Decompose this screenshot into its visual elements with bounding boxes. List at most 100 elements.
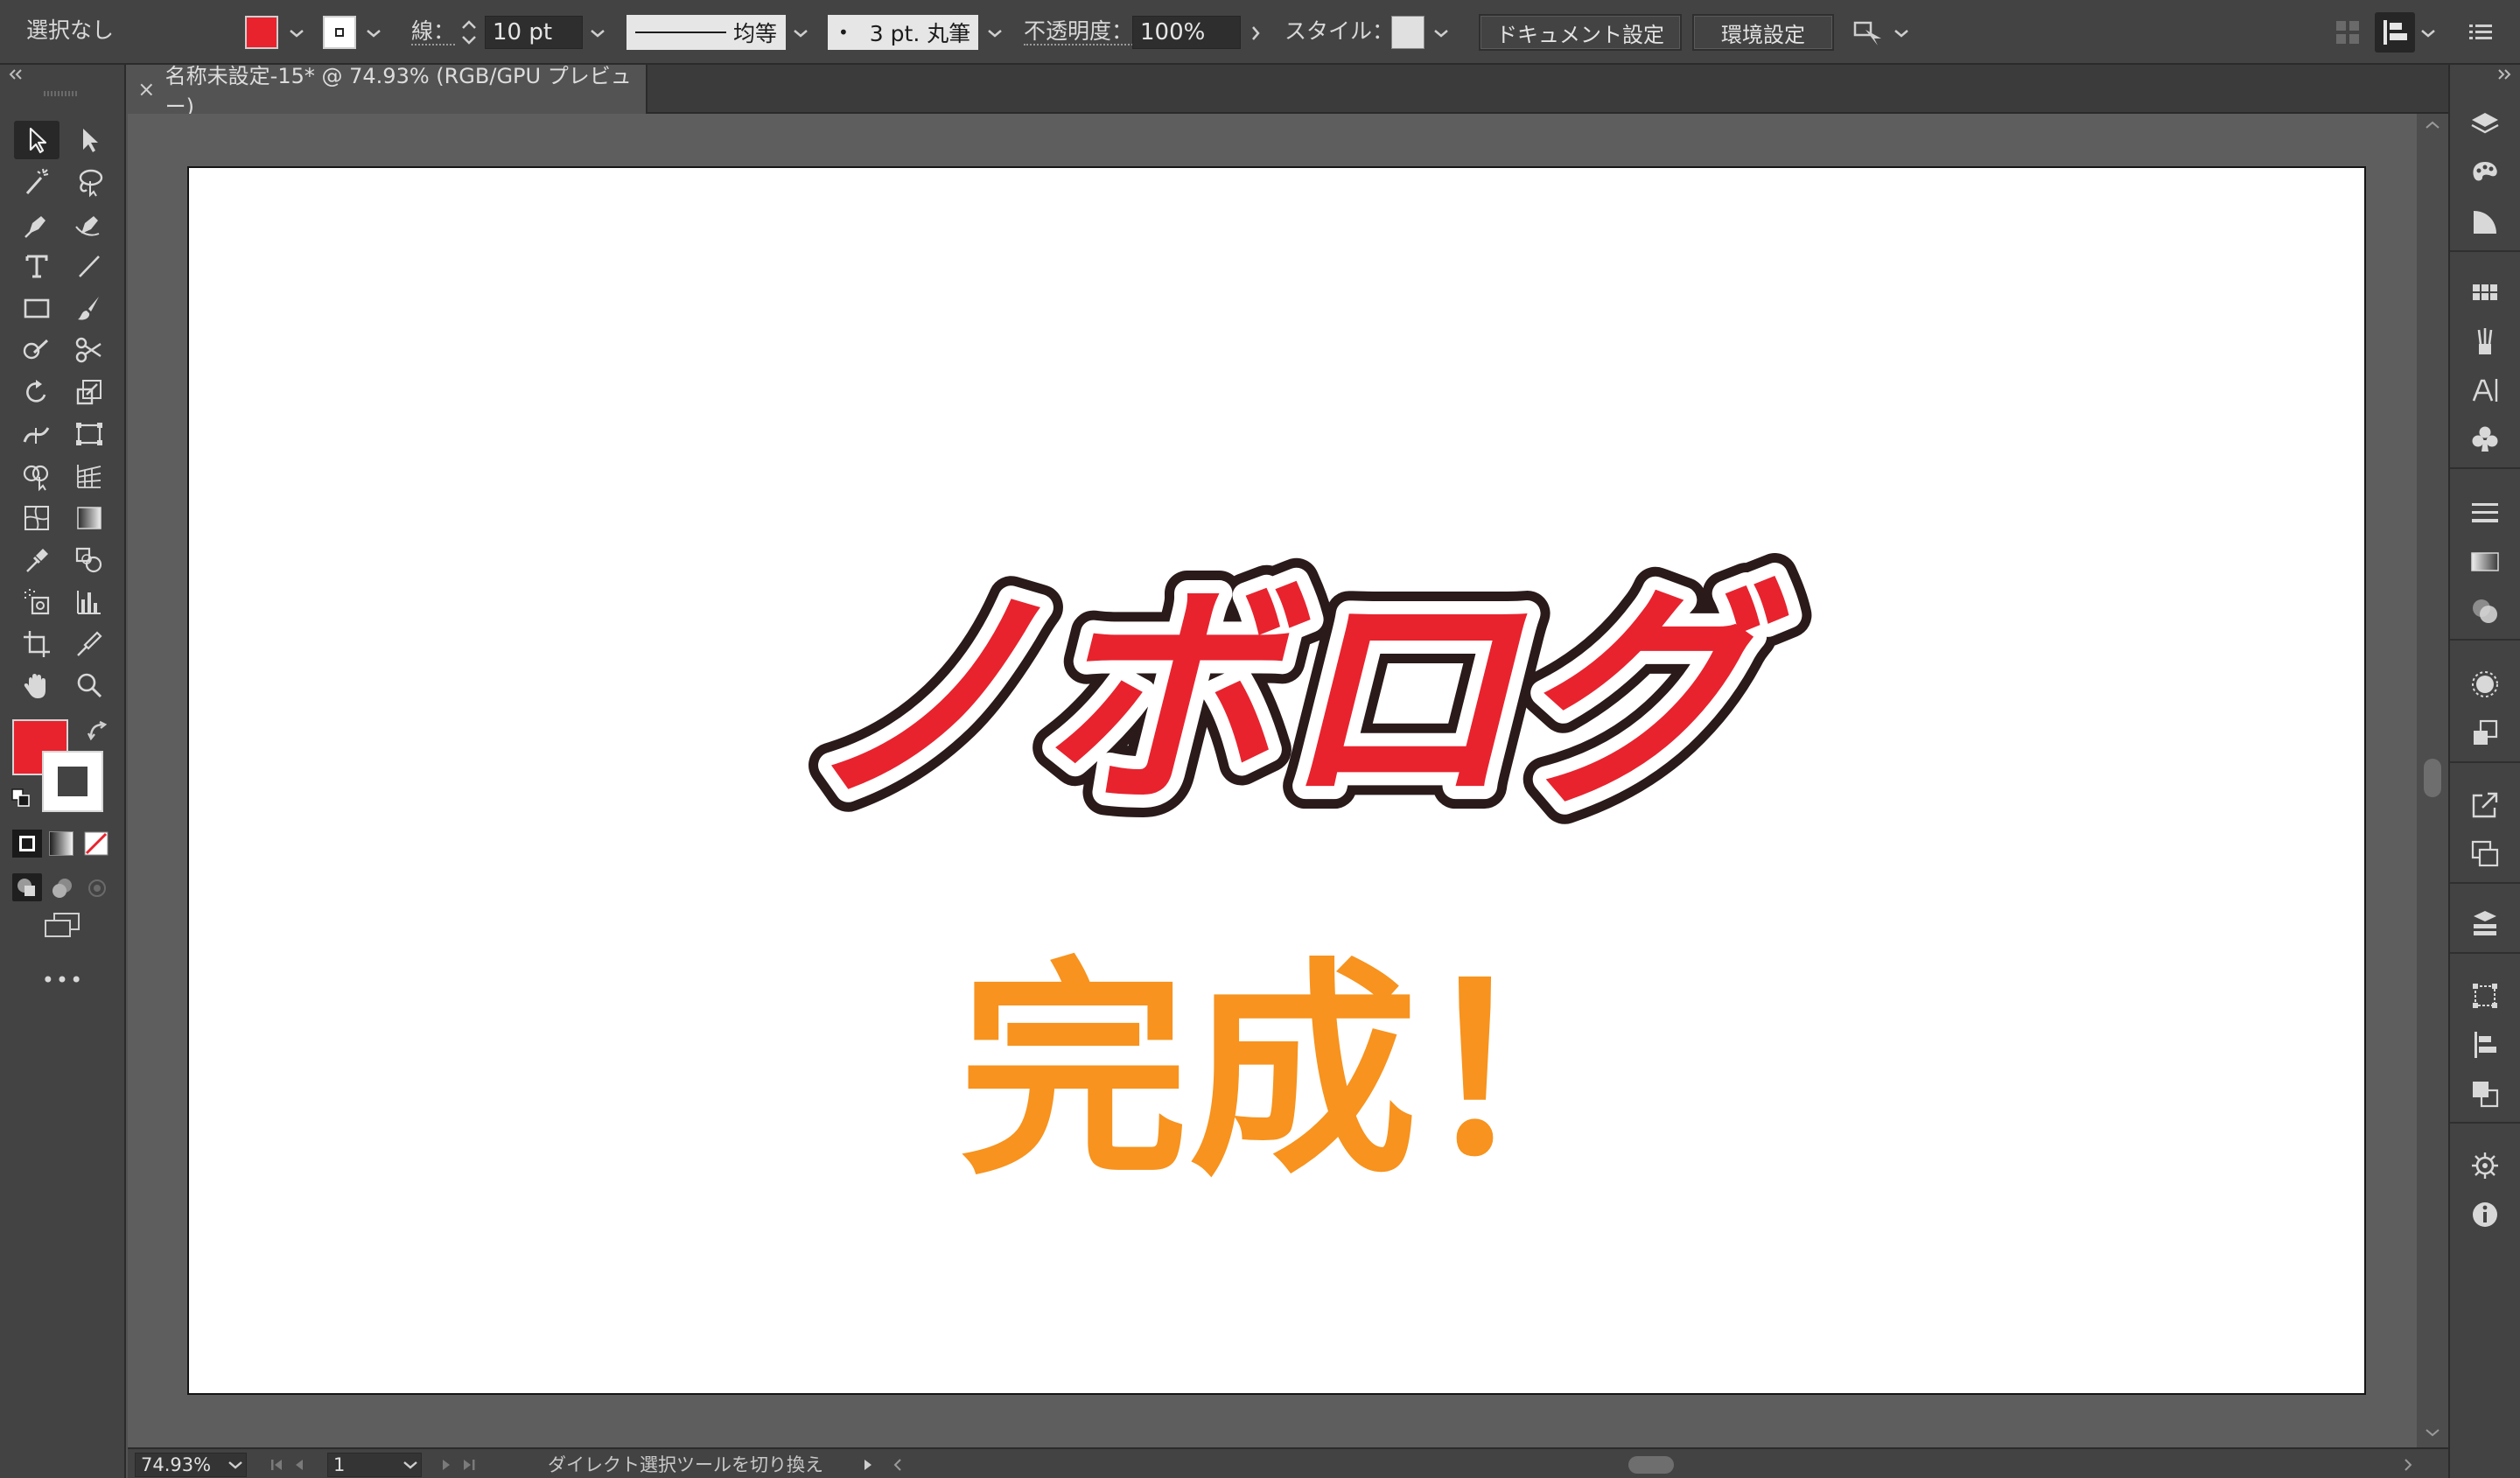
magic-wand-tool-icon[interactable] xyxy=(14,163,60,201)
brush-chevron-icon[interactable] xyxy=(982,16,1008,51)
info-panel-icon[interactable] xyxy=(2462,1194,2508,1236)
color-panel-icon[interactable] xyxy=(2462,201,2508,243)
color-mode-icon[interactable] xyxy=(12,830,42,858)
graphic-styles-panel-icon[interactable] xyxy=(2462,712,2508,754)
slice-tool-icon[interactable] xyxy=(66,625,112,663)
toolbar-grip[interactable] xyxy=(44,91,79,96)
panel-menu-icon[interactable] xyxy=(2466,19,2496,46)
headline-text[interactable]: ノボログ xyxy=(801,561,1789,837)
stroke-panel-icon[interactable] xyxy=(2462,492,2508,534)
curvature-tool-icon[interactable] xyxy=(66,205,112,243)
zoom-chevron-icon[interactable] xyxy=(228,1460,243,1470)
scroll-up-icon[interactable] xyxy=(2424,119,2441,131)
fill-color-swatch[interactable] xyxy=(245,16,278,49)
opacity-label[interactable]: 不透明度： xyxy=(1024,20,1134,46)
document-settings-button[interactable]: ドキュメント設定 xyxy=(1479,14,1682,51)
document-tab-title[interactable]: 名称未設定-15* @ 74.93% (RGB/GPU プレビュー) xyxy=(165,59,646,120)
opacity-chevron-right-icon[interactable] xyxy=(1242,16,1269,51)
canvas-area[interactable]: ノボログ ノボログ ノボログ 完成！ xyxy=(128,114,2417,1447)
hand-tool-icon[interactable] xyxy=(14,667,60,705)
screen-mode-icon[interactable] xyxy=(42,912,82,940)
lasso-tool-icon[interactable] xyxy=(66,163,112,201)
type-tool-icon[interactable] xyxy=(14,247,60,285)
brush-select[interactable]: • 3 pt. 丸筆 xyxy=(828,15,978,50)
align-chevron-icon[interactable] xyxy=(2415,16,2441,51)
color-guide-panel-icon[interactable] xyxy=(2462,152,2508,194)
direct-selection-tool-icon[interactable] xyxy=(66,121,112,159)
stroke-label[interactable]: 線： xyxy=(411,20,456,46)
zoom-tool-icon[interactable] xyxy=(66,667,112,705)
rectangle-tool-icon[interactable] xyxy=(14,289,60,327)
layers-panel-icon[interactable] xyxy=(2462,103,2508,145)
navigator-panel-icon[interactable] xyxy=(2462,1145,2508,1187)
scale-tool-icon[interactable] xyxy=(66,373,112,411)
draw-behind-icon[interactable] xyxy=(49,875,75,901)
first-previous-artboard-icon[interactable] xyxy=(268,1456,320,1474)
fill-dropdown-chevron-icon[interactable] xyxy=(284,16,310,51)
blend-tool-icon[interactable] xyxy=(66,541,112,579)
default-fill-stroke-icon[interactable] xyxy=(10,788,32,809)
scroll-down-icon[interactable] xyxy=(2424,1426,2441,1439)
artboards-panel-icon[interactable] xyxy=(2462,833,2508,875)
align-objects-panel-icon[interactable] xyxy=(2462,1024,2508,1066)
draw-normal-icon[interactable] xyxy=(12,873,42,901)
gradient-tool-icon[interactable] xyxy=(66,499,112,537)
transparency-panel-icon[interactable] xyxy=(2462,590,2508,632)
artboard-tool-icon[interactable] xyxy=(14,625,60,663)
close-tab-icon[interactable]: × xyxy=(128,77,165,102)
brushes-panel-icon[interactable] xyxy=(2462,320,2508,362)
free-transform-tool-icon[interactable] xyxy=(66,415,112,453)
shaper-tool-icon[interactable] xyxy=(14,331,60,369)
document-tab[interactable]: × 名称未設定-15* @ 74.93% (RGB/GPU プレビュー) xyxy=(128,64,648,119)
scroll-right-icon[interactable] xyxy=(2401,1456,2415,1474)
opacity-input[interactable]: 100% xyxy=(1132,16,1241,49)
transform-panel-icon[interactable] xyxy=(2462,975,2508,1017)
edit-toolbar-more-icon[interactable]: ••• xyxy=(0,968,126,992)
selection-tool-icon[interactable] xyxy=(14,121,60,159)
symbol-sprayer-tool-icon[interactable] xyxy=(14,583,60,621)
export-panel-icon[interactable] xyxy=(2462,784,2508,826)
swap-fill-stroke-icon[interactable] xyxy=(86,719,108,742)
libraries-panel-icon[interactable] xyxy=(2462,903,2508,945)
subheadline-text[interactable]: 完成！ xyxy=(959,939,1647,1206)
horizontal-scroll-thumb[interactable] xyxy=(1628,1456,1674,1474)
none-mode-icon[interactable] xyxy=(84,831,108,856)
vertical-scrollbar[interactable] xyxy=(2417,114,2448,1447)
line-segment-tool-icon[interactable] xyxy=(66,247,112,285)
appearance-panel-icon[interactable] xyxy=(2462,663,2508,705)
scissors-tool-icon[interactable] xyxy=(66,331,112,369)
scroll-left-icon[interactable] xyxy=(891,1456,905,1474)
gradient-panel-icon[interactable] xyxy=(2462,541,2508,583)
shape-builder-tool-icon[interactable] xyxy=(14,457,60,495)
draw-inside-icon[interactable] xyxy=(84,875,110,901)
stroke-profile-chevron-icon[interactable] xyxy=(788,16,814,51)
stroke-weight-input[interactable]: 10 pt xyxy=(485,16,583,49)
character-panel-icon[interactable] xyxy=(2462,369,2508,411)
stroke-weight-stepper-icon[interactable] xyxy=(457,14,481,51)
stroke-swatch[interactable] xyxy=(42,751,103,812)
perspective-grid-tool-icon[interactable] xyxy=(66,457,112,495)
align-panel-icon[interactable] xyxy=(2375,12,2415,53)
column-graph-tool-icon[interactable] xyxy=(66,583,112,621)
eyedropper-tool-icon[interactable] xyxy=(14,541,60,579)
artboard[interactable]: ノボログ ノボログ ノボログ 完成！ xyxy=(187,166,2366,1395)
align-grid-icon[interactable] xyxy=(2333,18,2362,47)
style-chevron-icon[interactable] xyxy=(1428,16,1454,51)
pathfinder-panel-icon[interactable] xyxy=(2462,1073,2508,1115)
stroke-weight-dropdown-chevron-icon[interactable] xyxy=(584,16,611,51)
next-last-artboard-icon[interactable] xyxy=(436,1456,488,1474)
symbols-panel-icon[interactable] xyxy=(2462,418,2508,460)
vertical-scroll-thumb[interactable] xyxy=(2424,759,2441,797)
artboard-chevron-icon[interactable] xyxy=(402,1460,418,1470)
stroke-dropdown-chevron-icon[interactable] xyxy=(360,16,387,51)
rotate-tool-icon[interactable] xyxy=(14,373,60,411)
pen-tool-icon[interactable] xyxy=(14,205,60,243)
gradient-mode-icon[interactable] xyxy=(49,831,74,856)
preferences-button[interactable]: 環境設定 xyxy=(1692,14,1834,51)
stroke-profile-select[interactable]: 均等 xyxy=(626,15,786,50)
stroke-color-swatch[interactable] xyxy=(323,16,356,49)
collapse-panel-icon[interactable] xyxy=(7,68,24,81)
width-tool-icon[interactable] xyxy=(14,415,60,453)
arrange-documents-icon[interactable] xyxy=(1852,16,1888,51)
graphic-style-swatch[interactable] xyxy=(1391,16,1424,49)
